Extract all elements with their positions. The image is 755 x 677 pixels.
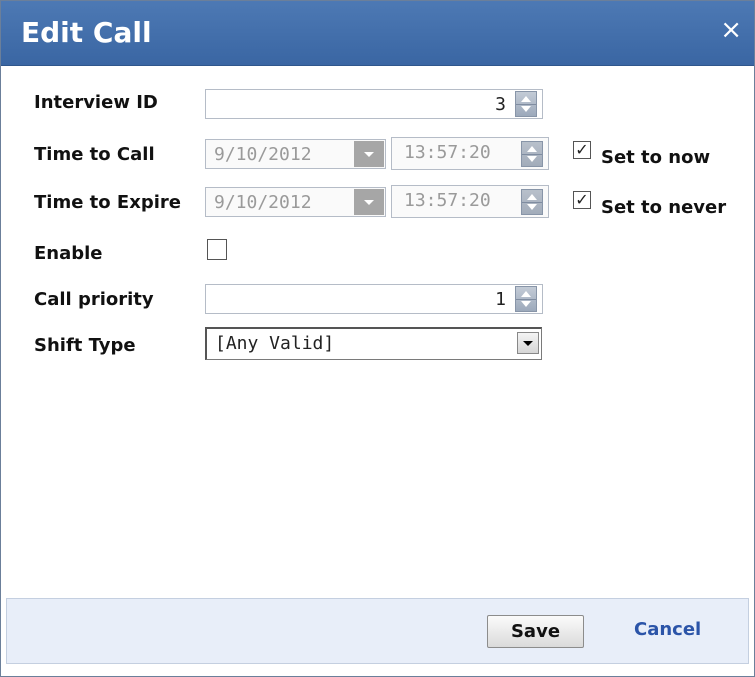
call-priority-input[interactable]: 1	[205, 284, 543, 314]
cancel-link[interactable]: Cancel	[634, 619, 701, 640]
time-to-expire-date-field[interactable]: 9/10/2012	[205, 187, 386, 217]
set-to-now-checkbox[interactable]: ✓	[573, 141, 591, 159]
interview-id-value: 3	[495, 94, 506, 115]
time-spinner-icon[interactable]	[521, 141, 543, 167]
enable-label: Enable	[34, 243, 103, 264]
time-to-call-date-field[interactable]: 9/10/2012	[205, 139, 386, 169]
set-to-now-label: Set to now	[601, 147, 711, 168]
edit-call-dialog: Edit Call × Interview ID 3 Time to Call …	[0, 0, 755, 677]
time-to-call-date-value: 9/10/2012	[214, 144, 312, 165]
call-priority-label: Call priority	[34, 289, 154, 310]
time-to-expire-date-value: 9/10/2012	[214, 192, 312, 213]
time-to-expire-time-value: 13:57:20	[404, 190, 491, 211]
dialog-title-bar[interactable]: Edit Call ×	[1, 1, 754, 66]
dialog-title: Edit Call	[21, 16, 152, 49]
chevron-down-icon[interactable]	[517, 332, 539, 354]
call-priority-spinner-icon[interactable]	[515, 286, 537, 312]
calendar-dropdown-icon[interactable]	[354, 141, 384, 167]
time-to-expire-label: Time to Expire	[34, 192, 181, 213]
time-to-call-label: Time to Call	[34, 144, 155, 165]
set-to-never-label: Set to never	[601, 197, 727, 218]
shift-type-select[interactable]: [Any Valid]	[205, 327, 542, 360]
time-to-call-time-field[interactable]: 13:57:20	[391, 137, 549, 170]
time-to-expire-time-field[interactable]: 13:57:20	[391, 185, 549, 218]
interview-id-label: Interview ID	[34, 92, 158, 113]
enable-checkbox[interactable]	[207, 239, 227, 260]
shift-type-value: [Any Valid]	[215, 333, 335, 354]
time-spinner-icon[interactable]	[521, 189, 543, 215]
interview-id-input[interactable]: 3	[205, 89, 543, 119]
save-button[interactable]: Save	[487, 615, 584, 648]
interview-id-spinner-icon[interactable]	[515, 91, 537, 117]
shift-type-label: Shift Type	[34, 335, 136, 356]
calendar-dropdown-icon[interactable]	[354, 189, 384, 215]
set-to-never-checkbox[interactable]: ✓	[573, 191, 591, 209]
close-icon[interactable]: ×	[720, 15, 742, 45]
time-to-call-time-value: 13:57:20	[404, 142, 491, 163]
call-priority-value: 1	[495, 289, 506, 310]
